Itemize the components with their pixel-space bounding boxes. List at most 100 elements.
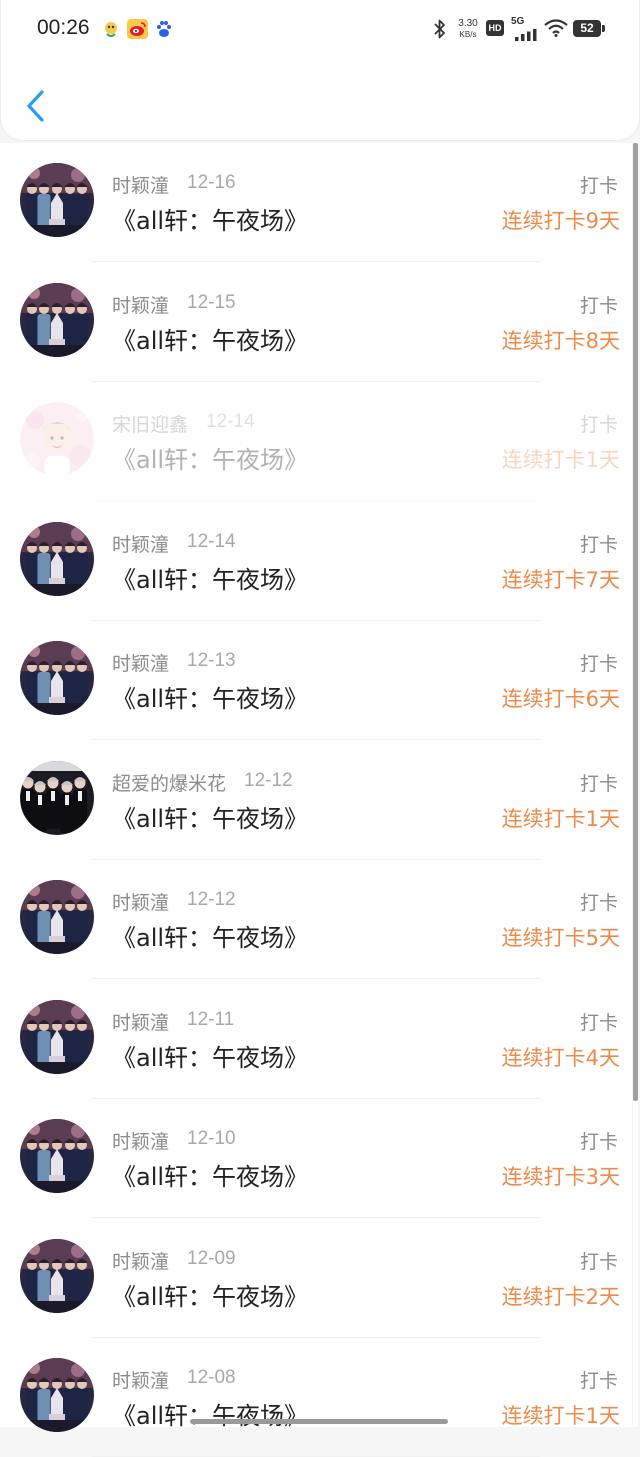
username[interactable]: 时颖潼 [112,291,169,318]
entry-type-label: 打卡 [579,653,618,675]
streak-label: 连续打卡9天 [501,209,620,233]
book-title[interactable]: 《all轩：午夜场》 [112,1038,308,1073]
entry-type-label: 打卡 [579,773,618,795]
streak-label: 连续打卡1天 [501,448,620,472]
book-title[interactable]: 《all轩：午夜场》 [112,440,308,475]
list-item[interactable]: 时颖潼 12-11 《all轩：午夜场》 打卡连续打卡4天 [0,980,632,1099]
list-item[interactable]: 时颖潼 12-09 《all轩：午夜场》 打卡连续打卡2天 [0,1219,632,1338]
chevron-left-icon [27,90,44,122]
list-item[interactable]: 时颖潼 12-14 《all轩：午夜场》 打卡连续打卡7天 [0,502,632,621]
top-header: 00:26 3.30 KB/s HD 5G 52 [0,0,640,141]
username[interactable]: 时颖潼 [112,1366,169,1393]
home-indicator[interactable] [190,1419,448,1424]
username[interactable]: 时颖潼 [112,171,169,198]
bluetooth-icon [431,18,449,44]
baidu-paw-icon [155,19,175,39]
book-title[interactable]: 《all轩：午夜场》 [112,1157,308,1192]
username[interactable]: 时颖潼 [112,1127,169,1154]
entry-type-label: 打卡 [579,295,618,317]
avatar[interactable] [20,283,94,357]
entry-type-label: 打卡 [579,1370,618,1392]
streak-label: 连续打卡4天 [501,1046,620,1070]
list-item[interactable]: 时颖潼 12-08 《all轩：午夜场》 打卡连续打卡1天 [0,1338,632,1457]
avatar[interactable] [20,761,94,835]
post-date: 12-16 [187,172,236,193]
avatar[interactable] [20,1358,94,1432]
post-date: 12-13 [187,650,236,671]
post-date: 12-08 [187,1367,236,1388]
scrollbar-thumb[interactable] [633,143,638,1101]
row-divider [92,1217,540,1218]
post-date: 12-11 [187,1009,235,1030]
list-item[interactable]: 时颖潼 12-16 《all轩：午夜场》 打卡连续打卡9天 [0,143,632,262]
list-item[interactable]: 时颖潼 12-15 《all轩：午夜场》 打卡连续打卡8天 [0,263,632,382]
battery-tip [602,25,605,32]
avatar[interactable] [20,1239,94,1313]
book-title[interactable]: 《all轩：午夜场》 [112,560,308,595]
row-divider [92,261,540,262]
book-title[interactable]: 《all轩：午夜场》 [112,1277,308,1312]
post-date: 12-14 [187,531,236,552]
avatar[interactable] [20,163,94,237]
post-date: 12-15 [187,292,236,313]
network-speed: 3.30 KB/s [455,18,481,40]
post-date: 12-09 [187,1248,236,1269]
streak-label: 连续打卡8天 [501,329,620,353]
username[interactable]: 超爱的爆米花 [112,769,226,796]
book-title[interactable]: 《all轩：午夜场》 [112,918,308,953]
entry-type-label: 打卡 [579,892,618,914]
network-speed-value: 3.30 [458,18,478,29]
list-item[interactable]: 时颖潼 12-13 《all轩：午夜场》 打卡连续打卡6天 [0,621,632,740]
hd-badge: HD [486,20,504,36]
battery-indicator: 52 [573,20,601,37]
post-date: 12-10 [187,1128,236,1149]
entry-type-label: 打卡 [579,1131,618,1153]
username[interactable]: 时颖潼 [112,649,169,676]
book-title[interactable]: 《all轩：午夜场》 [112,201,308,236]
streak-label: 连续打卡2天 [501,1285,620,1309]
list-item[interactable]: 宋旧迎鑫 12-14 《all轩：午夜场》 打卡 连续打卡1天 [0,382,632,501]
book-title[interactable]: 《all轩：午夜场》 [112,799,308,834]
book-title[interactable]: 《all轩：午夜场》 [112,1396,308,1431]
status-time: 00:26 [37,16,90,39]
streak-label: 连续打卡1天 [501,1404,620,1428]
avatar[interactable] [20,402,94,476]
avatar[interactable] [20,522,94,596]
post-date: 12-12 [244,770,293,791]
username[interactable]: 宋旧迎鑫 [112,410,188,437]
signal-icon [515,26,539,45]
avatar[interactable] [20,880,94,954]
avatar[interactable] [20,1000,94,1074]
wifi-icon [544,19,568,41]
avatar[interactable] [20,641,94,715]
post-date: 12-14 [206,411,255,432]
row-divider [92,500,540,501]
avatar[interactable] [20,1119,94,1193]
book-title[interactable]: 《all轩：午夜场》 [112,321,308,356]
entry-type-label: 打卡 [579,534,618,556]
app-notification-icon [101,19,121,39]
streak-label: 连续打卡5天 [501,926,620,950]
username[interactable]: 时颖潼 [112,1008,169,1035]
list-item[interactable]: 时颖潼 12-12 《all轩：午夜场》 打卡连续打卡5天 [0,860,632,979]
network-speed-unit: KB/s [459,30,477,39]
streak-label: 连续打卡6天 [501,687,620,711]
checkin-list[interactable]: 时颖潼 12-16 《all轩：午夜场》 打卡 连续打卡9天 时颖潼 12-15 《all轩：… [0,143,632,1457]
username[interactable]: 时颖潼 [112,888,169,915]
username[interactable]: 时颖潼 [112,530,169,557]
entry-type-label: 打卡 [579,175,618,197]
streak-label: 连续打卡3天 [501,1165,620,1189]
row-divider [92,978,540,979]
entry-type-label: 打卡 [579,1012,618,1034]
post-date: 12-12 [187,889,236,910]
username[interactable]: 时颖潼 [112,1247,169,1274]
scrollbar[interactable] [633,143,638,1427]
streak-label: 连续打卡7天 [501,568,620,592]
entry-type-label: 打卡 [579,1251,618,1273]
book-title[interactable]: 《all轩：午夜场》 [112,679,308,714]
list-item[interactable]: 时颖潼 12-10 《all轩：午夜场》 打卡连续打卡3天 [0,1099,632,1218]
back-button[interactable] [15,84,59,128]
streak-label: 连续打卡1天 [501,807,620,831]
status-bar: 00:26 3.30 KB/s HD 5G 52 [1,0,640,58]
list-item[interactable]: 超爱的爆米花 12-12 《all轩：午夜场》 打卡连续打卡1天 [0,741,632,860]
